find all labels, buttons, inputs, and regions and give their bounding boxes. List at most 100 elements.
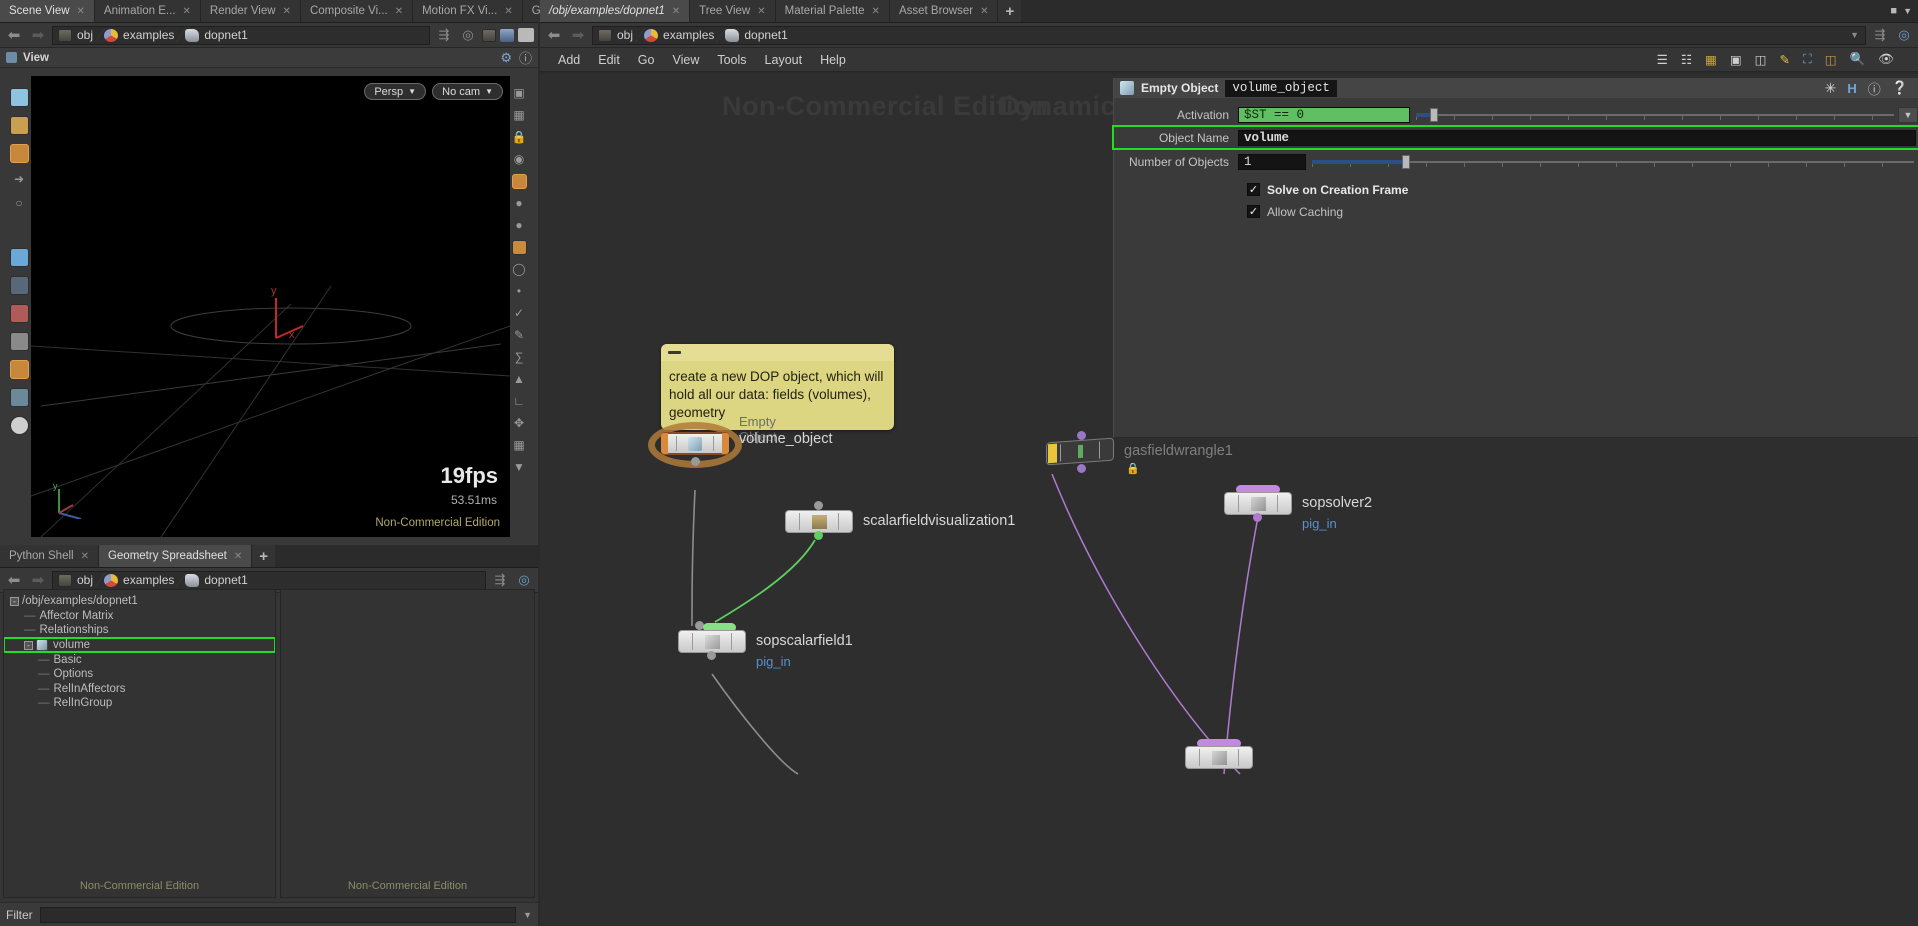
breadcrumb-item-dopnet1[interactable]: dopnet1 bbox=[180, 28, 253, 42]
box-display-icon[interactable] bbox=[482, 29, 496, 42]
node-gasfieldwrangle1[interactable]: gasfieldwrangle1 🔒 bbox=[1046, 440, 1114, 463]
tool-light-icon[interactable] bbox=[10, 416, 29, 435]
close-icon[interactable]: ✕ bbox=[234, 551, 242, 562]
menu-tools[interactable]: Tools bbox=[717, 53, 746, 67]
checkbox-icon[interactable]: ✓ bbox=[1247, 205, 1260, 218]
forward-icon[interactable]: ➡ bbox=[28, 26, 48, 44]
param-checkbox-solve-on-creation-frame[interactable]: ✓ Solve on Creation Frame bbox=[1247, 180, 1918, 199]
network-eye-icon[interactable]: 👁 bbox=[1878, 52, 1894, 67]
back-icon[interactable]: ⬅ bbox=[4, 571, 24, 589]
expander-icon[interactable]: - bbox=[24, 641, 33, 650]
node-sopscalarfield1[interactable]: sopscalarfield1 pig_in bbox=[678, 630, 746, 653]
vp-mesh-icon[interactable]: ▲ bbox=[512, 372, 527, 387]
vp-material-icon[interactable] bbox=[512, 240, 527, 255]
network-palette-icon[interactable]: ▦ bbox=[1705, 52, 1717, 67]
maximize-pane-icon[interactable]: ■ bbox=[1890, 5, 1897, 17]
pin-icon[interactable]: ⇶ bbox=[434, 27, 454, 43]
breadcrumb-item-examples[interactable]: examples bbox=[99, 573, 180, 587]
sticky-note[interactable]: create a new DOP object, which will hold… bbox=[661, 344, 894, 430]
back-icon[interactable]: ⬅ bbox=[4, 26, 24, 44]
tool-snap-icon[interactable] bbox=[10, 332, 29, 351]
vp-light-icon[interactable] bbox=[512, 174, 527, 189]
tab-geometry-spreadsheet[interactable]: Geometry Spreadsheet✕ bbox=[99, 545, 252, 567]
tool-rotate-icon[interactable] bbox=[10, 276, 29, 295]
breadcrumb-item-examples[interactable]: examples bbox=[99, 28, 180, 42]
panel-layout-icon[interactable] bbox=[518, 28, 534, 42]
tab-material-palette[interactable]: Material Palette✕ bbox=[776, 0, 890, 22]
viewport-camera-button[interactable]: No cam ▼ bbox=[432, 83, 503, 100]
close-icon[interactable]: ✕ bbox=[395, 6, 403, 17]
network-image-icon[interactable]: ⛶ bbox=[1803, 52, 1812, 67]
help-icon[interactable]: ⓘ bbox=[519, 48, 532, 67]
network-search-icon[interactable]: 🔍 bbox=[1850, 52, 1866, 67]
node-volume-object[interactable]: Empty Object volume_object bbox=[661, 432, 729, 455]
menu-go[interactable]: Go bbox=[638, 53, 655, 67]
node-sopsolver2[interactable]: sopsolver2 pig_in bbox=[1224, 492, 1292, 515]
chevron-down-icon[interactable]: ▼ bbox=[1850, 30, 1865, 40]
breadcrumb-item-dopnet1[interactable]: dopnet1 bbox=[180, 573, 253, 587]
node-partial-bottom[interactable] bbox=[1185, 746, 1253, 769]
tab-obj-examples-dopnet1[interactable]: /obj/examples/dopnet1✕ bbox=[540, 0, 690, 22]
collapse-icon[interactable] bbox=[668, 351, 681, 354]
add-tab-button[interactable]: + bbox=[998, 0, 1021, 22]
close-icon[interactable]: ✕ bbox=[980, 6, 988, 17]
target-icon[interactable]: ◎ bbox=[1894, 27, 1914, 43]
param-field-object-name[interactable]: volume bbox=[1238, 130, 1916, 146]
menu-view[interactable]: View bbox=[672, 53, 699, 67]
chevron-down-icon[interactable]: ▼ bbox=[523, 910, 532, 920]
tab-animation-e[interactable]: Animation E...✕ bbox=[95, 0, 201, 22]
node-output-dot[interactable] bbox=[691, 457, 700, 466]
scene-view-breadcrumb[interactable]: objexamplesdopnet1 bbox=[52, 26, 430, 45]
network-box-icon[interactable]: ◫ bbox=[1825, 52, 1837, 67]
tool-paint-icon[interactable] bbox=[10, 88, 29, 107]
tab-python-shell[interactable]: Python Shell✕ bbox=[0, 545, 99, 567]
expander-icon[interactable]: - bbox=[10, 597, 19, 606]
tree-item-obj-examples-dopnet1[interactable]: -/obj/examples/dopnet1 bbox=[4, 594, 275, 609]
close-icon[interactable]: ✕ bbox=[183, 6, 191, 17]
tool-handle-icon[interactable]: ○ bbox=[12, 196, 27, 211]
tab-tree-view[interactable]: Tree View✕ bbox=[690, 0, 776, 22]
network-subnet-icon[interactable]: ◫ bbox=[1755, 52, 1767, 67]
vp-camera-icon[interactable]: ▣ bbox=[512, 86, 527, 101]
tree-item-basic[interactable]: —Basic bbox=[4, 652, 275, 667]
dop-tree[interactable]: -/obj/examples/dopnet1—Affector Matrix—R… bbox=[3, 589, 276, 898]
vp-marker-icon[interactable]: ● bbox=[512, 218, 527, 233]
close-icon[interactable]: ✕ bbox=[872, 6, 880, 17]
vp-angle-icon[interactable]: ∟ bbox=[512, 394, 527, 409]
houdini-h-icon[interactable]: H bbox=[1847, 81, 1856, 96]
vp-lock-icon[interactable]: 🔒 bbox=[512, 130, 527, 145]
node-body[interactable] bbox=[661, 432, 729, 455]
vp-point-icon[interactable]: ● bbox=[512, 196, 527, 211]
tool-magnet-icon[interactable] bbox=[10, 304, 29, 323]
tab-render-view[interactable]: Render View✕ bbox=[201, 0, 301, 22]
param-menu-activation[interactable]: ▼ bbox=[1898, 107, 1918, 123]
tool-view-icon[interactable] bbox=[10, 220, 29, 239]
shading-icon[interactable] bbox=[500, 29, 514, 42]
vp-more-icon[interactable]: ▼ bbox=[512, 460, 527, 475]
pane-menu-icon[interactable]: ▼ bbox=[1903, 6, 1912, 16]
node-body[interactable] bbox=[785, 510, 853, 533]
filter-input[interactable] bbox=[40, 907, 516, 923]
vp-globe-icon[interactable]: ◉ bbox=[512, 152, 527, 167]
close-icon[interactable]: ✕ bbox=[672, 6, 680, 17]
vp-pencil-icon[interactable]: ✎ bbox=[512, 328, 527, 343]
close-icon[interactable]: ✕ bbox=[77, 6, 85, 17]
close-icon[interactable]: ✕ bbox=[283, 6, 291, 17]
menu-edit[interactable]: Edit bbox=[598, 53, 620, 67]
bottom-left-breadcrumb[interactable]: objexamplesdopnet1 bbox=[52, 571, 486, 590]
target-icon[interactable]: ◎ bbox=[514, 572, 534, 588]
param-field-activation[interactable]: $ST == 0 bbox=[1238, 107, 1410, 123]
tab-motion-fx-vi[interactable]: Motion FX Vi...✕ bbox=[413, 0, 523, 22]
tab-scene-view[interactable]: Scene View✕ bbox=[0, 0, 95, 22]
gear-icon[interactable]: ✳ bbox=[1825, 80, 1837, 97]
tool-select-icon[interactable]: ➜ bbox=[12, 172, 27, 187]
sticky-note-titlebar[interactable] bbox=[661, 344, 894, 361]
node-body[interactable] bbox=[678, 630, 746, 653]
tool-scale-icon[interactable] bbox=[10, 248, 29, 267]
spreadsheet-grid[interactable]: Non-Commercial Edition bbox=[280, 589, 535, 898]
param-checkbox-allow-caching[interactable]: ✓ Allow Caching bbox=[1247, 202, 1918, 221]
node-body[interactable] bbox=[1185, 746, 1253, 769]
param-field-number-of-objects[interactable]: 1 bbox=[1238, 154, 1306, 170]
vp-grid-icon[interactable]: ▦ bbox=[512, 108, 527, 123]
vp-screen-icon[interactable]: ▦ bbox=[512, 438, 527, 453]
